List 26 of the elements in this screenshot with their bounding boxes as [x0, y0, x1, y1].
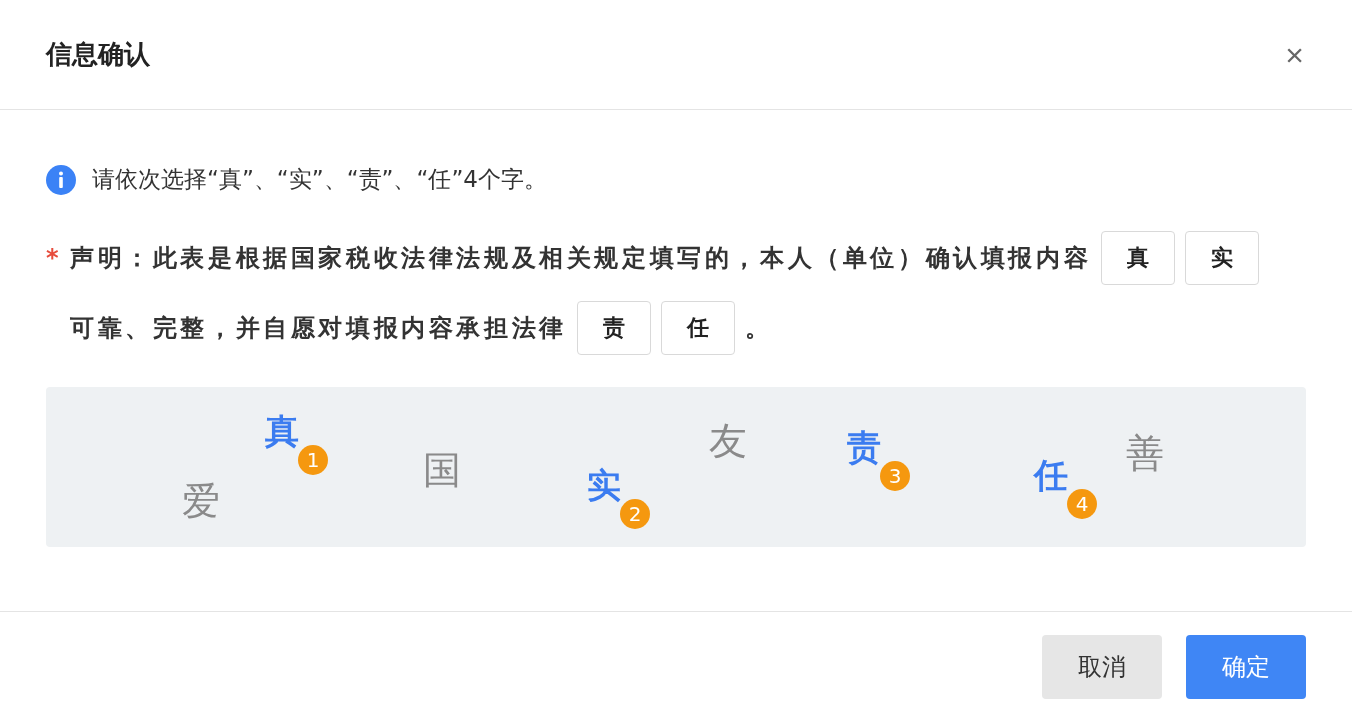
statement-text: 声明：此表是根据国家税收法律法规及相关规定填写的，本人（单位）确认填报内容: [70, 243, 1092, 274]
answer-box: 实: [1185, 231, 1260, 285]
captcha-character[interactable]: 善: [1126, 434, 1164, 472]
captcha-character[interactable]: 任: [1034, 458, 1068, 492]
cancel-button[interactable]: 取消: [1042, 635, 1162, 699]
captcha-character[interactable]: 实: [587, 468, 621, 502]
captcha-character[interactable]: 友: [709, 422, 747, 460]
dialog-title: 信息确认: [46, 38, 150, 71]
statement-text: 。: [744, 313, 773, 344]
answer-box: 真: [1101, 231, 1176, 285]
info-icon: [46, 164, 76, 195]
order-badge: 4: [1067, 489, 1097, 519]
captcha-character[interactable]: 真: [265, 414, 299, 448]
order-badge: 1: [298, 445, 328, 475]
answer-box: 责: [576, 301, 651, 355]
order-badge: 2: [620, 499, 650, 529]
statement-text: 可靠、完整，并自愿对填报内容承担法律: [70, 313, 567, 344]
captcha-character[interactable]: 责: [847, 430, 881, 464]
required-mark: *: [46, 244, 60, 272]
hint-text: 请依次选择“真”、“实”、“责”、“任”4个字。: [92, 165, 547, 194]
close-button[interactable]: ×: [1281, 38, 1308, 71]
captcha-character[interactable]: 爱: [182, 482, 220, 520]
answer-box: 任: [660, 301, 735, 355]
captcha-character[interactable]: 国: [423, 451, 461, 489]
order-badge: 3: [880, 461, 910, 491]
confirm-button[interactable]: 确定: [1186, 635, 1306, 699]
